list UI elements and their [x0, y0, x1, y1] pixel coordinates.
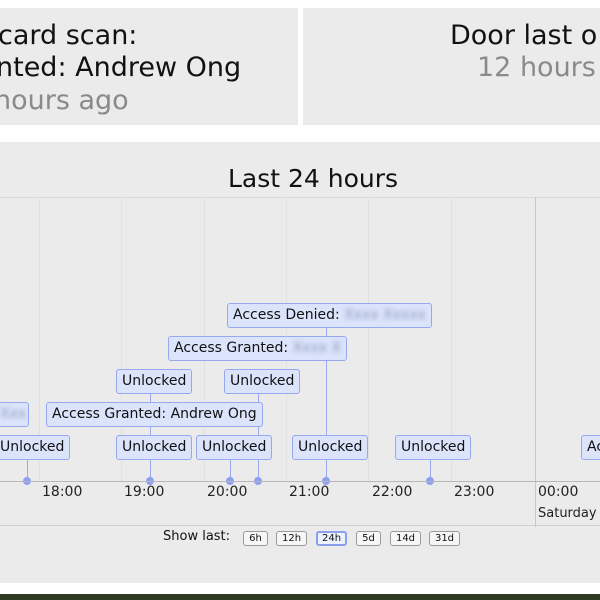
time-axis-line — [0, 481, 600, 482]
event-box-partial[interactable]: Xxx — [0, 402, 29, 427]
range-button-5d[interactable]: 5d — [356, 531, 381, 546]
background-strip — [0, 594, 600, 600]
range-button-24h[interactable]: 24h — [316, 531, 347, 546]
grid-line-2200 — [368, 197, 369, 481]
range-button-12h[interactable]: 12h — [276, 531, 307, 546]
redacted-name: Xxx — [0, 406, 27, 422]
card-scan-time: hours ago — [0, 85, 129, 116]
redacted-name: Xxxx Xxxxx — [344, 307, 426, 323]
event-label: Access Granted: — [174, 340, 289, 356]
chart-title: Last 24 hours — [227, 164, 399, 193]
door-heading: Door last o — [450, 20, 598, 51]
door-last-opened-panel: Door last o 12 hours — [303, 8, 600, 125]
tick-label-0000: 00:00 — [538, 484, 579, 500]
range-button-31d[interactable]: 31d — [429, 531, 460, 546]
day-label: Saturday — [538, 506, 597, 521]
plot-footer-border — [0, 525, 600, 526]
last-card-scan-panel: card scan: nted: Andrew Ong hours ago — [0, 8, 298, 125]
grid-line-day-boundary — [535, 197, 536, 527]
plot-top-border — [0, 197, 600, 198]
card-scan-heading: card scan: — [0, 20, 138, 51]
range-button-14d[interactable]: 14d — [390, 531, 421, 546]
event-label: Access Denied: — [233, 307, 340, 323]
timeline-chart-panel: Last 24 hours Xxx Unlocked Access Grante… — [0, 142, 600, 583]
range-selector-label: Show last: — [163, 529, 231, 544]
tick-label-2100: 21:00 — [289, 484, 330, 500]
event-box-unlocked[interactable]: Unlocked — [224, 369, 301, 394]
tick-label-1800: 18:00 — [42, 484, 83, 500]
event-box-unlocked[interactable]: Unlocked — [116, 435, 193, 460]
event-box-partial[interactable]: Ac — [581, 435, 600, 460]
tick-label-2200: 22:00 — [372, 484, 413, 500]
event-box-access-denied[interactable]: Access Denied: Xxxx Xxxxx — [227, 303, 432, 328]
tick-label-2300: 23:00 — [454, 484, 495, 500]
event-box-unlocked[interactable]: Unlocked — [395, 435, 472, 460]
event-box-access-granted[interactable]: Access Granted: Xxxx X — [168, 336, 348, 361]
redacted-name: Xxxx X — [292, 340, 342, 356]
range-button-6h[interactable]: 6h — [243, 531, 268, 546]
event-box-unlocked[interactable]: Unlocked — [292, 435, 369, 460]
event-box-access-granted[interactable]: Access Granted: Andrew Ong — [46, 402, 263, 427]
card-scan-result: nted: Andrew Ong — [0, 52, 242, 83]
event-box-unlocked[interactable]: Unlocked — [116, 369, 193, 394]
event-box-unlocked[interactable]: Unlocked — [196, 435, 273, 460]
door-time: 12 hours — [477, 52, 596, 83]
tick-label-2000: 20:00 — [207, 484, 248, 500]
event-box-unlocked[interactable]: Unlocked — [0, 435, 71, 460]
tick-label-1900: 19:00 — [124, 484, 165, 500]
